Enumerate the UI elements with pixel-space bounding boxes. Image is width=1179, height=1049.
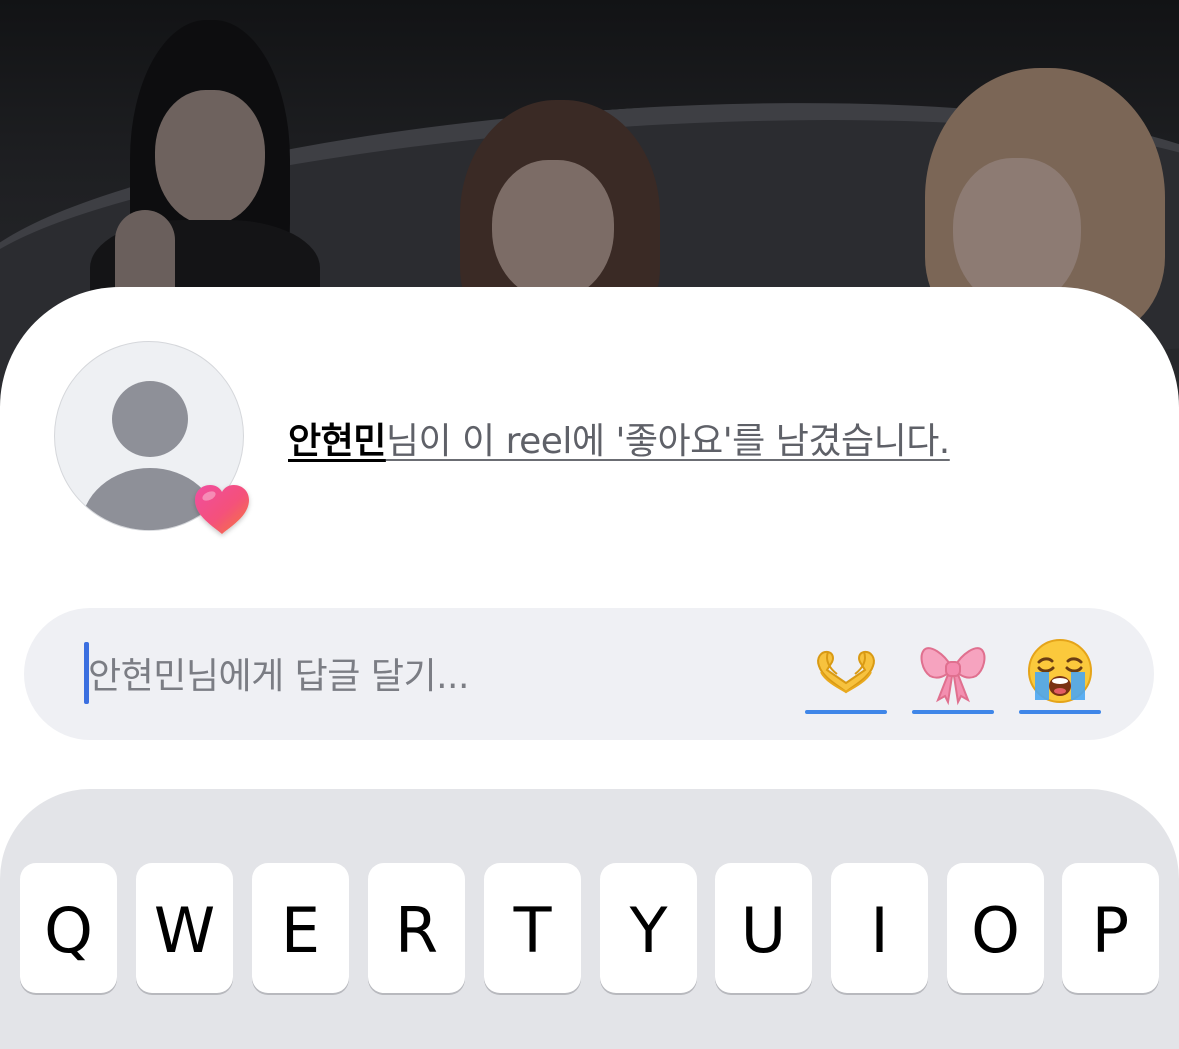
key-w[interactable]: W <box>136 863 233 993</box>
notification-message: 님이 이 reel에 '좋아요'를 남겼습니다. <box>385 421 950 462</box>
reply-input[interactable] <box>88 646 708 706</box>
default-avatar-head <box>112 381 188 457</box>
loudly-crying-face-icon <box>1028 639 1092 703</box>
key-u[interactable]: U <box>715 863 812 993</box>
video-person-left <box>70 20 330 340</box>
notification-username[interactable]: 안현민 <box>288 421 386 462</box>
notification-text[interactable]: 안현민님이 이 reel에 '좋아요'를 남겼습니다. <box>288 412 950 464</box>
heart-hands-emoji-icon <box>817 650 875 694</box>
key-q[interactable]: Q <box>20 863 117 993</box>
ribbon-emoji-button[interactable] <box>912 636 994 714</box>
key-e[interactable]: E <box>252 863 349 993</box>
key-t[interactable]: T <box>484 863 581 993</box>
heart-hands-emoji-button[interactable] <box>805 636 887 714</box>
heart-icon <box>195 485 249 534</box>
pink-ribbon-icon <box>920 647 986 706</box>
key-y[interactable]: Y <box>600 863 697 993</box>
key-o[interactable]: O <box>947 863 1044 993</box>
key-r[interactable]: R <box>368 863 465 993</box>
key-i[interactable]: I <box>831 863 928 993</box>
key-p[interactable]: P <box>1062 863 1159 993</box>
crying-face-emoji-button[interactable] <box>1019 636 1101 714</box>
